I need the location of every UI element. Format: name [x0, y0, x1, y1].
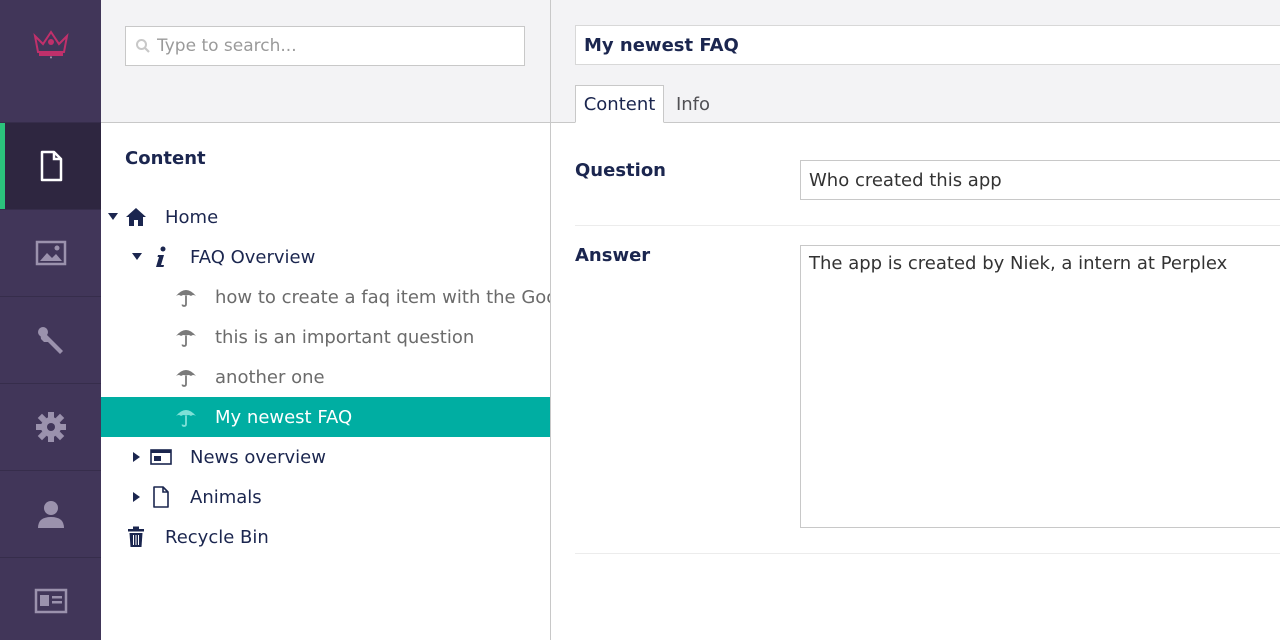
tree-item-label: this is an important question	[215, 326, 475, 348]
tree-item-recycle-bin[interactable]: Recycle Bin	[101, 517, 550, 557]
section-content[interactable]	[0, 122, 101, 209]
sections-bar: "	[0, 0, 101, 640]
section-media[interactable]	[0, 209, 101, 296]
section-users[interactable]	[0, 470, 101, 557]
document-icon	[149, 485, 173, 509]
tree-item-home[interactable]: Home	[101, 197, 550, 237]
tree-item-faq[interactable]: this is an important question	[101, 317, 550, 357]
tree-item-label: Recycle Bin	[165, 526, 269, 548]
question-label: Question	[575, 160, 666, 181]
tree-item-label: another one	[215, 366, 325, 388]
divider	[575, 553, 1280, 554]
tree-item-label: News overview	[190, 446, 326, 468]
logo[interactable]: "	[0, 0, 101, 122]
tree-item-news-overview[interactable]: News overview	[101, 437, 550, 477]
caret-right-icon[interactable]	[131, 491, 143, 503]
umbrella-icon	[174, 285, 198, 309]
tree-item-animals[interactable]: Animals	[101, 477, 550, 517]
tab-info[interactable]: Info	[669, 85, 717, 123]
tree-item-label: My newest FAQ	[215, 406, 353, 428]
tree-item-faq[interactable]: another one	[101, 357, 550, 397]
user-icon	[37, 501, 64, 528]
search-icon	[136, 39, 150, 53]
window-icon	[149, 445, 173, 469]
tree-item-faq-overview[interactable]: FAQ Overview	[101, 237, 550, 277]
tree-panel: Content Home FAQ Overview	[101, 0, 551, 640]
search-input[interactable]	[157, 36, 497, 56]
document-icon	[40, 150, 62, 182]
gear-icon	[35, 412, 66, 442]
wrench-icon	[37, 327, 63, 354]
home-icon	[124, 205, 148, 229]
tree-header	[101, 0, 550, 123]
tree-item-label: Animals	[190, 486, 262, 508]
divider	[575, 225, 1280, 226]
answer-textarea[interactable]: The app is created by Niek, a intern at …	[800, 245, 1280, 528]
section-developer[interactable]	[0, 383, 101, 470]
section-settings[interactable]	[0, 296, 101, 383]
editor-header: Content Info	[551, 0, 1280, 123]
tree-item-label: FAQ Overview	[190, 246, 316, 268]
search-box[interactable]	[125, 26, 525, 66]
question-input[interactable]	[800, 160, 1280, 200]
tree-item-faq-selected[interactable]: My newest FAQ	[101, 397, 550, 437]
caret-right-icon[interactable]	[131, 451, 143, 463]
info-icon	[149, 245, 173, 269]
tree-item-faq[interactable]: how to create a faq item with the Google	[101, 277, 550, 317]
tab-content[interactable]: Content	[575, 85, 664, 123]
umbrella-icon	[174, 405, 198, 429]
svg-text:": "	[49, 56, 52, 62]
editor-panel: Content Info Question Answer The app is …	[551, 0, 1280, 640]
crown-logo-icon: "	[32, 30, 69, 62]
answer-label: Answer	[575, 245, 651, 266]
caret-down-icon[interactable]	[131, 251, 143, 263]
umbrella-icon	[174, 365, 198, 389]
section-members[interactable]	[0, 557, 101, 644]
node-name-input[interactable]	[575, 25, 1280, 65]
tree-item-label: Home	[165, 206, 219, 228]
tree-item-label: how to create a faq item with the Google	[215, 286, 550, 308]
image-icon	[35, 240, 66, 266]
id-card-icon	[34, 588, 67, 614]
caret-down-icon[interactable]	[107, 211, 119, 223]
trash-icon	[124, 525, 148, 549]
umbrella-icon	[174, 325, 198, 349]
tree-title: Content	[125, 148, 206, 169]
